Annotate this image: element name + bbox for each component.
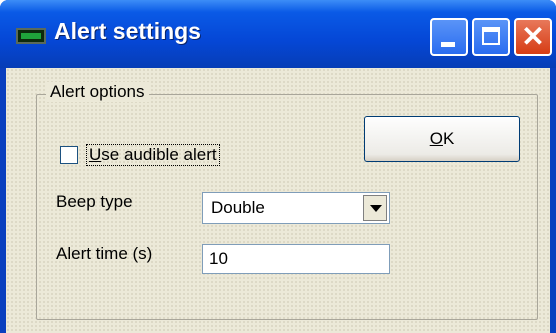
audible-alert-mnemonic: U bbox=[89, 145, 102, 164]
beep-type-value: Double bbox=[211, 198, 265, 217]
dialog-client-area: Alert options Use audible alert OK Beep … bbox=[6, 68, 550, 333]
alert-settings-window: Alert settings ✕ Alert options Use audib… bbox=[0, 0, 556, 333]
beep-type-select[interactable]: Double bbox=[202, 192, 390, 224]
chevron-down-icon[interactable] bbox=[363, 195, 387, 221]
ok-label-rest: K bbox=[442, 129, 455, 148]
ok-button[interactable]: OK bbox=[364, 116, 520, 162]
title-bar[interactable]: Alert settings ✕ bbox=[0, 0, 556, 68]
close-button[interactable]: ✕ bbox=[514, 18, 552, 56]
alert-options-label: Alert options bbox=[46, 82, 149, 102]
audible-alert-label[interactable]: Use audible alert bbox=[86, 144, 220, 166]
audible-alert-checkbox[interactable] bbox=[60, 146, 78, 164]
window-title: Alert settings bbox=[54, 18, 201, 44]
minimize-button[interactable] bbox=[430, 18, 468, 56]
beep-type-label: Beep type bbox=[56, 192, 133, 211]
minimize-icon bbox=[441, 42, 455, 47]
maximize-button[interactable] bbox=[472, 18, 510, 56]
ok-mnemonic: O bbox=[429, 129, 443, 148]
alert-time-input[interactable]: 10 bbox=[202, 244, 390, 274]
alert-time-label: Alert time (s) bbox=[56, 244, 153, 263]
audible-alert-label-text: se audible alert bbox=[101, 145, 217, 164]
maximize-icon bbox=[482, 27, 500, 45]
app-window-icon bbox=[16, 28, 46, 44]
close-icon: ✕ bbox=[521, 21, 545, 52]
